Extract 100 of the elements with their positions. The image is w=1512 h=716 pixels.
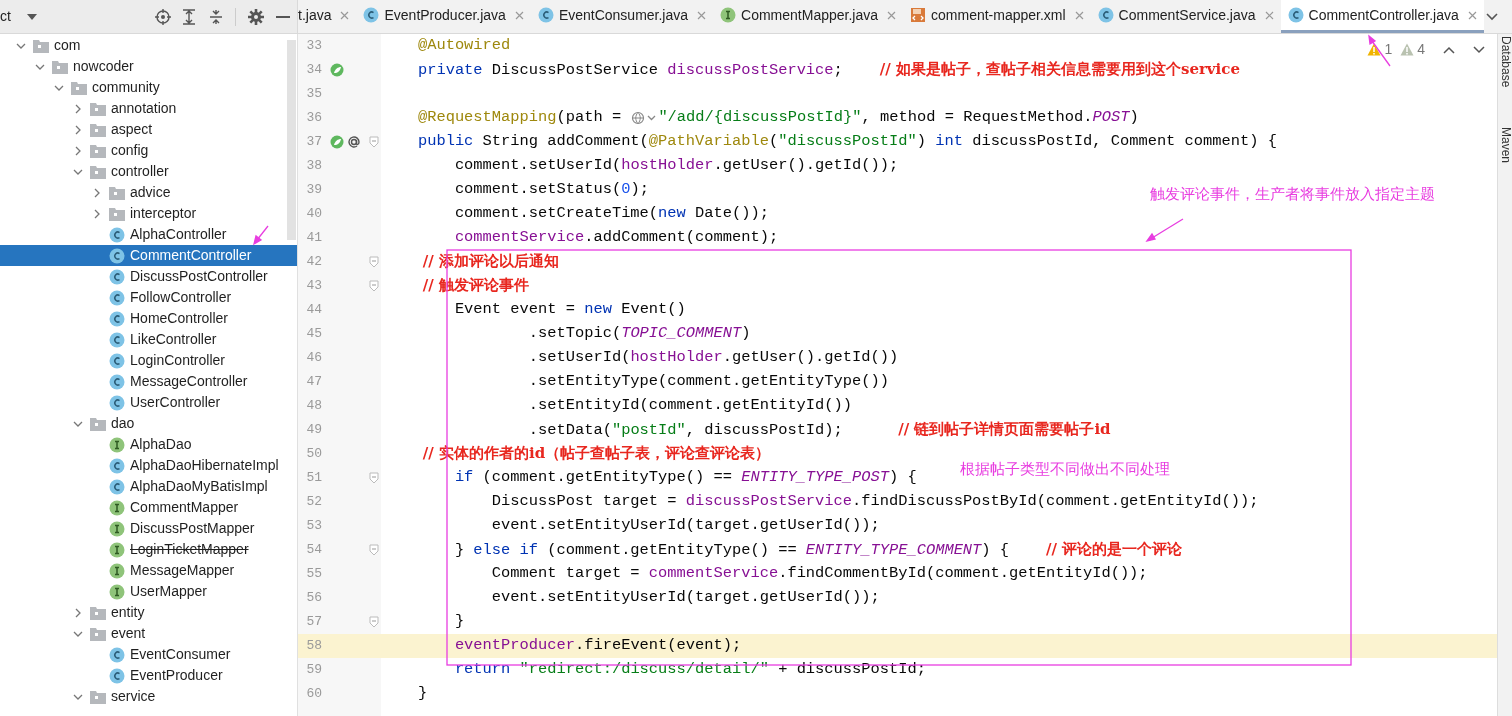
panel-title[interactable]: ct (0, 6, 11, 27)
arrow (253, 225, 269, 246)
editor-tab[interactable]: t.java (298, 0, 357, 33)
line-number: 60 (305, 685, 322, 704)
folder-icon (90, 626, 106, 641)
tree-item[interactable]: advice (0, 182, 297, 203)
line-number: 50 (305, 445, 322, 464)
tree-item[interactable]: FollowController (0, 287, 297, 308)
class-icon (109, 247, 125, 264)
editor-tab[interactable]: CommentService.java (1090, 0, 1281, 33)
tree-item[interactable]: com (0, 35, 297, 56)
code-text: public String addComment(@PathVariable("discussPostId") int discussPostId, Comment comment) { (416, 131, 1277, 153)
line-number: 53 (305, 517, 322, 536)
interface-icon (109, 520, 125, 537)
tree-item[interactable]: service (0, 686, 297, 707)
editor-tab[interactable]: CommentController.java (1280, 0, 1484, 33)
tree-item[interactable]: AlphaDaoHibernateImpl (0, 455, 297, 476)
warning-icon (1400, 43, 1415, 56)
tree-item[interactable]: aspect (0, 119, 297, 140)
close-icon (514, 10, 524, 20)
tree-item[interactable]: EventConsumer (0, 644, 297, 665)
dropdown-icon[interactable] (26, 12, 37, 21)
code-text: } (416, 683, 428, 705)
code-text: @Autowired (416, 35, 511, 57)
tree-item[interactable]: config (0, 140, 297, 161)
line-number: 56 (305, 589, 322, 608)
tree-item[interactable]: CommentController (0, 245, 297, 266)
warning-count[interactable]: 4 (1417, 39, 1425, 60)
code-text: return "redirect:/discuss/detail/" + discussPostId; (453, 659, 926, 681)
globe-dropdown-icon (631, 111, 658, 125)
code-text: .setEntityType(comment.getEntityType()) (527, 371, 889, 393)
interface-icon (109, 436, 125, 453)
tree-item[interactable]: dao (0, 413, 297, 434)
line-number: 57 (305, 613, 322, 632)
folder-icon (90, 605, 106, 620)
tree-item[interactable]: entity (0, 602, 297, 623)
settings-icon[interactable] (247, 8, 264, 25)
tree-item[interactable]: community (0, 77, 297, 98)
tree-item[interactable]: LoginTicketMapper (0, 539, 297, 560)
collapse-all-icon[interactable] (208, 8, 223, 25)
code-text: } (453, 611, 465, 633)
at-sign-icon (347, 135, 361, 149)
code-text: comment.setUserId(hostHolder.getUser().getId()); (453, 155, 899, 177)
line-number: 46 (305, 349, 322, 368)
folder-icon (90, 101, 106, 116)
folder-icon (90, 143, 106, 158)
class-icon (109, 667, 125, 684)
folder-icon (90, 122, 106, 137)
tree-item[interactable]: nowcoder (0, 56, 297, 77)
tree-item[interactable]: interceptor (0, 203, 297, 224)
tree-item[interactable]: AlphaDaoMyBatisImpl (0, 476, 297, 497)
tree-item[interactable]: DiscussPostMapper (0, 518, 297, 539)
tree-item[interactable]: LikeController (0, 329, 297, 350)
tree-item[interactable]: UserMapper (0, 581, 297, 602)
tree-item[interactable]: UserController (0, 392, 297, 413)
code-text: @RequestMapping(path = (416, 107, 623, 129)
line-number: 59 (305, 661, 322, 680)
expand-all-icon[interactable] (181, 8, 196, 25)
tree-item[interactable]: HomeController (0, 308, 297, 329)
tree-item[interactable]: MessageController (0, 371, 297, 392)
folder-icon (90, 416, 106, 431)
class-icon (109, 226, 125, 243)
tab-list-icon[interactable] (1486, 12, 1498, 21)
annotation-text: 触发评论事件，生产者将事件放入指定主题 (1150, 184, 1435, 204)
tree-item[interactable]: DiscussPostController (0, 266, 297, 287)
folder-icon (90, 164, 106, 179)
class-icon (109, 289, 125, 306)
tree-item[interactable]: event (0, 623, 297, 644)
code-text: Comment target = commentService.findCommentById(comment.getEntityId()); (490, 563, 1148, 585)
locate-icon[interactable] (154, 8, 171, 25)
tree-item[interactable]: AlphaDao (0, 434, 297, 455)
tree-item[interactable]: LoginController (0, 350, 297, 371)
scrollbar[interactable] (287, 40, 296, 240)
bean-icon (330, 63, 344, 77)
tool-window-button[interactable]: Database (1498, 36, 1512, 88)
tree-item[interactable]: EventProducer (0, 665, 297, 686)
line-number: 52 (305, 493, 322, 512)
tree-item[interactable]: MessageMapper (0, 560, 297, 581)
arrow (1368, 34, 1391, 67)
tree-item[interactable]: CommentMapper (0, 497, 297, 518)
line-number: 42 (305, 253, 322, 272)
bean-icon (330, 135, 344, 149)
editor-tab[interactable]: EventConsumer.java (530, 0, 714, 33)
tree-item[interactable]: controller (0, 161, 297, 182)
editor-tab[interactable]: CommentMapper.java (713, 0, 903, 33)
code-text: .setTopic(TOPIC_COMMENT) (527, 323, 751, 345)
editor-tab[interactable]: EventProducer.java (356, 0, 531, 33)
tree-item[interactable]: annotation (0, 98, 297, 119)
folder-icon (90, 689, 106, 704)
warning-count[interactable]: 1 (1384, 39, 1393, 60)
tool-window-button[interactable]: Maven (1498, 127, 1512, 164)
line-number: 40 (305, 205, 322, 224)
line-number: 33 (305, 37, 322, 56)
line-number: 47 (305, 373, 322, 392)
line-number: 55 (305, 565, 322, 584)
tree-item[interactable]: AlphaController (0, 224, 297, 245)
warning-icon (1367, 43, 1382, 56)
code-text: if (comment.getEntityType() == ENTITY_TYPE_POST) { (453, 467, 917, 489)
editor-tab[interactable]: comment-mapper.xml (903, 0, 1091, 33)
chevron-up-icon (1443, 45, 1455, 54)
